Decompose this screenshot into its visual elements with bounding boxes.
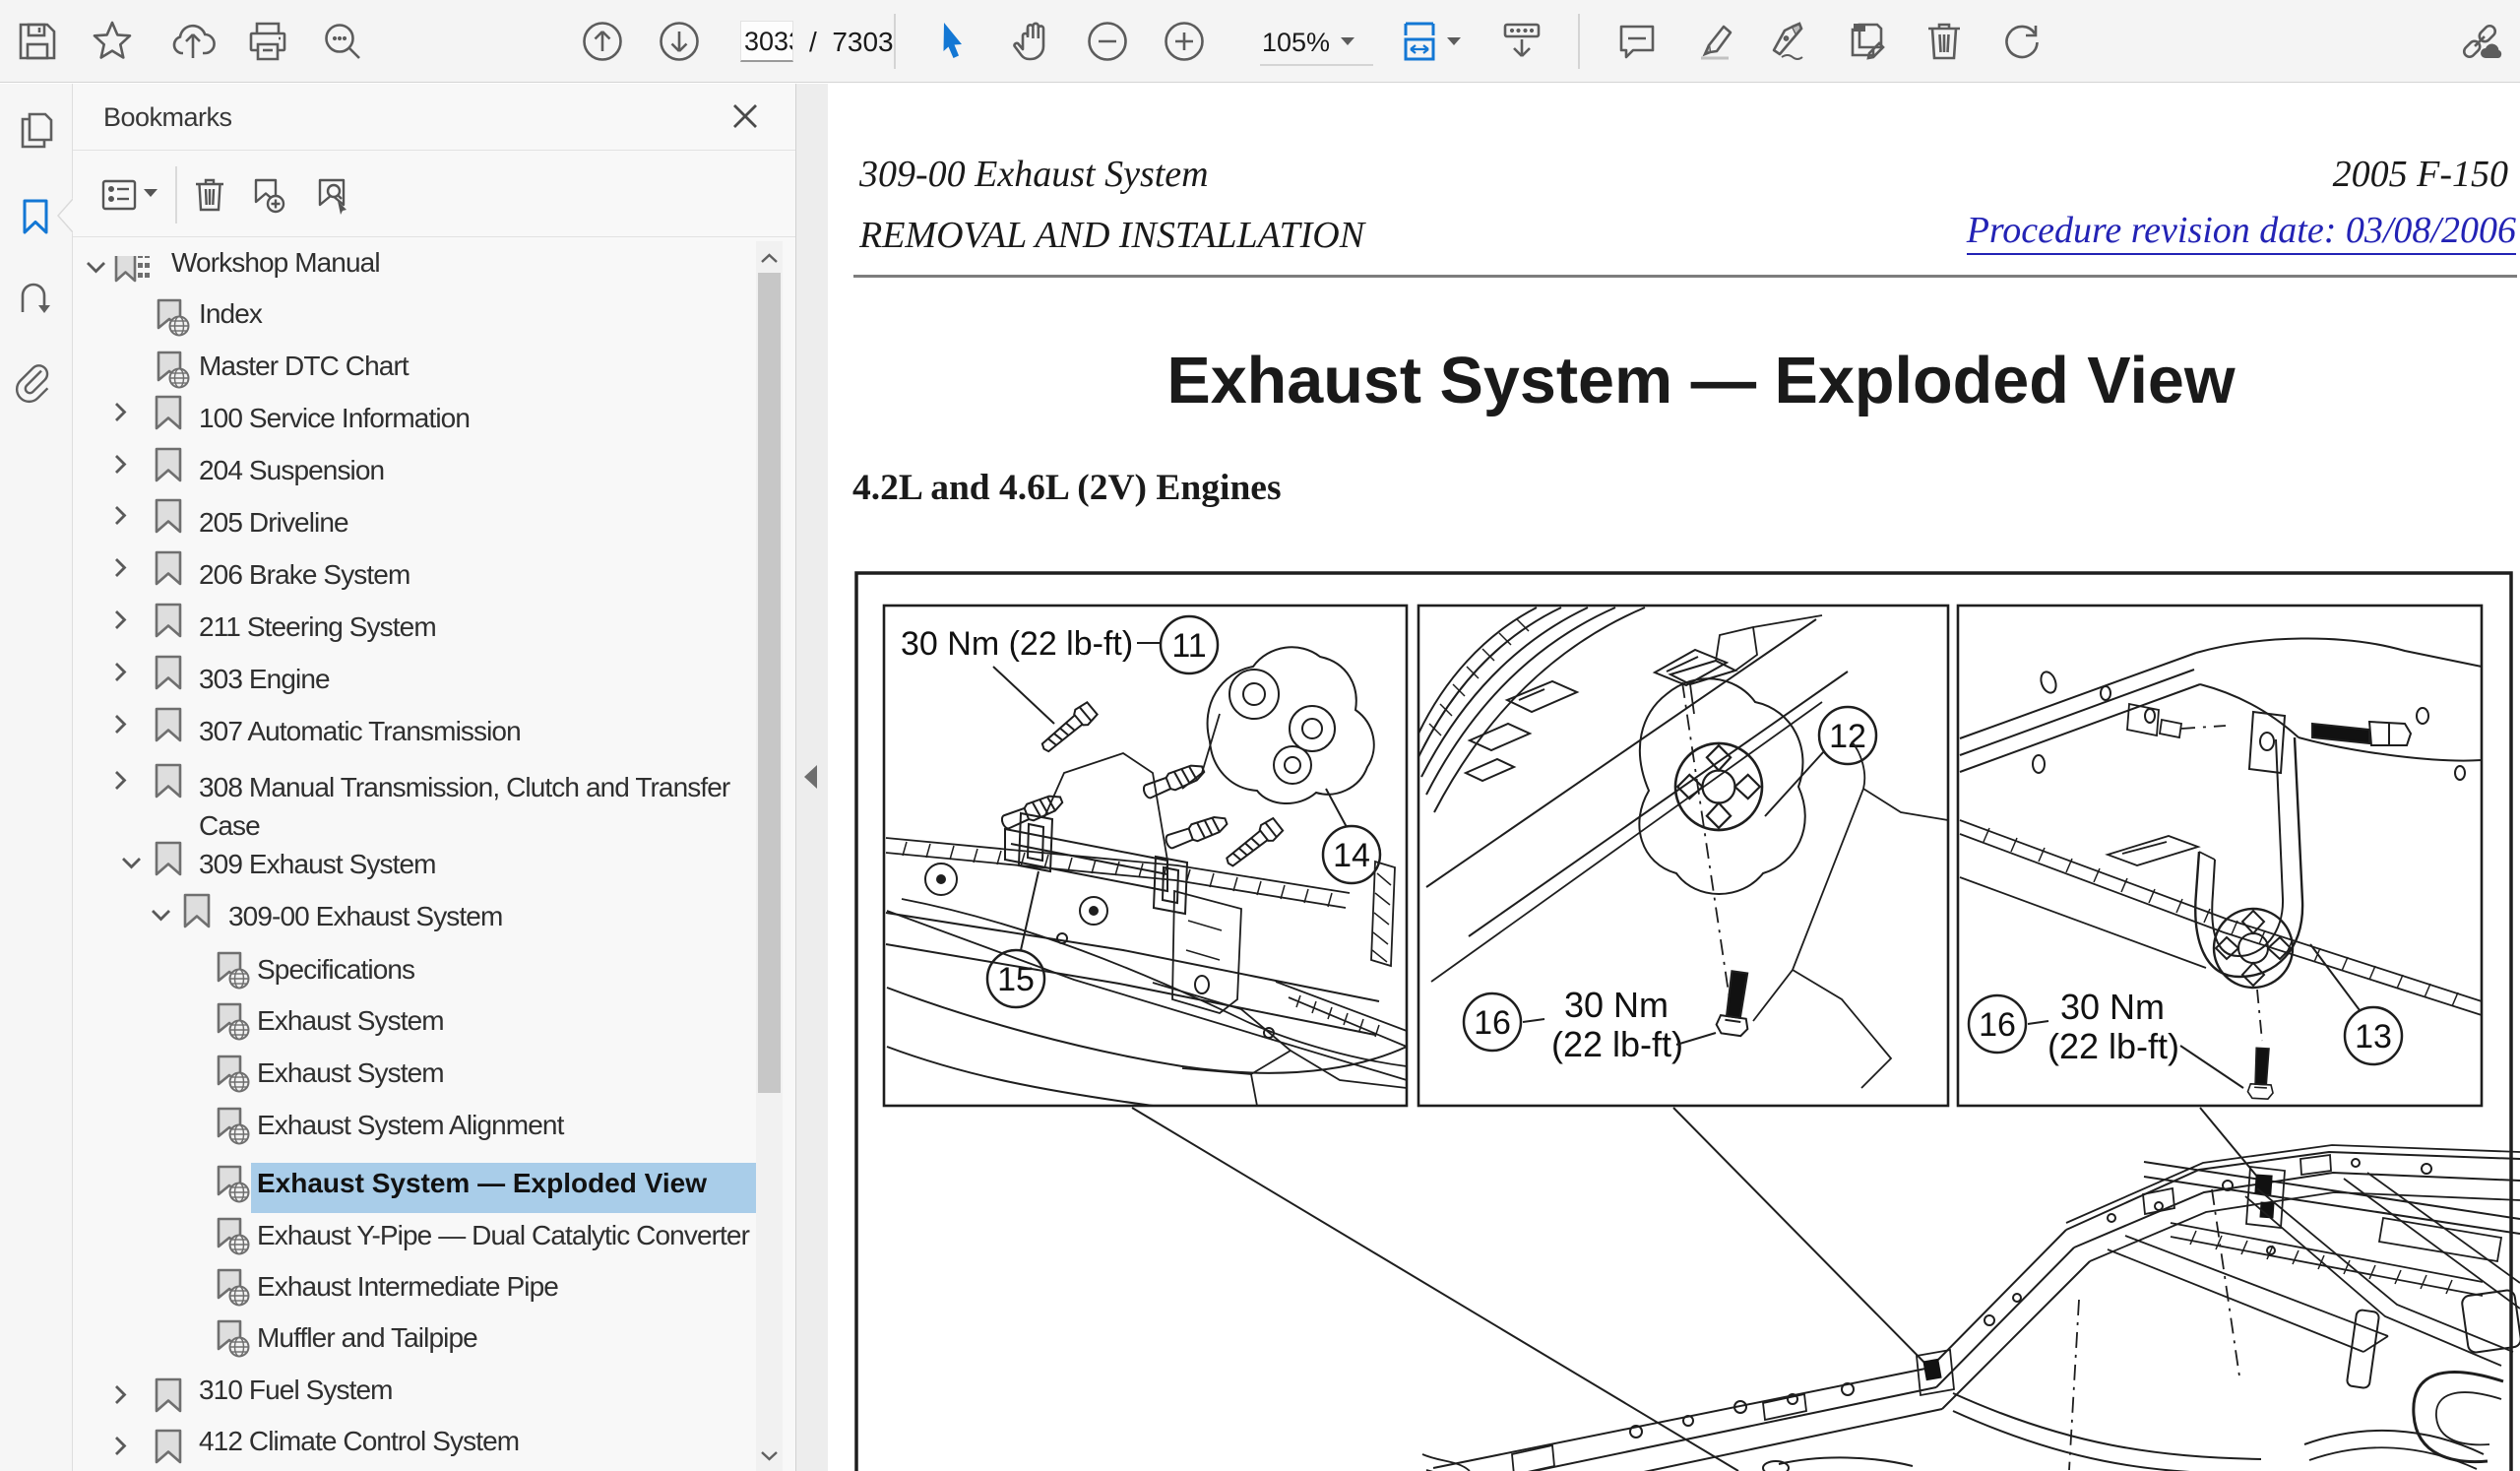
svg-text:(22 lb-ft): (22 lb-ft) [1551, 1024, 1683, 1064]
svg-text:16: 16 [1979, 1006, 2016, 1044]
svg-text:11: 11 [1171, 627, 1206, 665]
svg-text:12: 12 [1829, 718, 1866, 755]
svg-text:16: 16 [1474, 1004, 1511, 1042]
svg-text:14: 14 [1333, 837, 1370, 874]
svg-text:30 Nm: 30 Nm [1564, 985, 1669, 1025]
svg-text:(22 lb-ft): (22 lb-ft) [2048, 1026, 2179, 1066]
svg-text:13: 13 [2355, 1018, 2392, 1055]
svg-text:30 Nm (22 lb-ft): 30 Nm (22 lb-ft) [901, 625, 1133, 663]
svg-text:30 Nm: 30 Nm [2060, 987, 2165, 1027]
